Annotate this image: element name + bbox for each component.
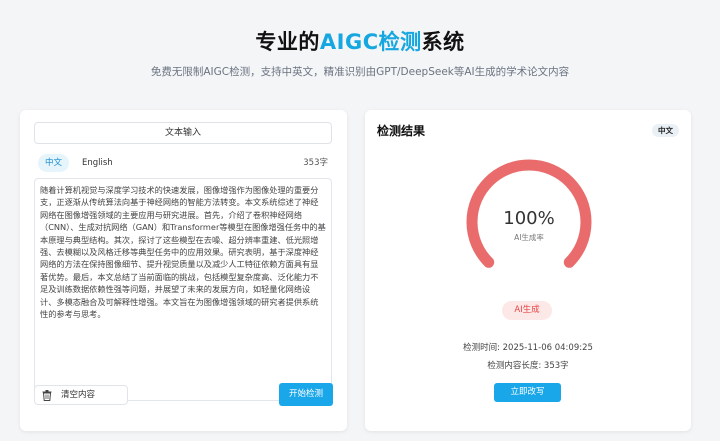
- ai-rate-label: AI生成率: [514, 233, 544, 242]
- text-input-area[interactable]: 随着计算机视觉与深度学习技术的快速发展，图像增强作为图像处理的重要分支，正逐渐从…: [34, 178, 332, 401]
- char-count: 353字: [303, 158, 328, 168]
- text-input-header: 文本输入: [34, 122, 332, 144]
- ai-rate-percent: 100%: [503, 208, 555, 229]
- language-badge: 中文: [652, 124, 679, 137]
- rewrite-now-button[interactable]: 立即改写: [494, 383, 561, 402]
- input-panel: 文本输入 中文 English 353字 随着计算机视觉与深度学习技术的快速发展…: [20, 110, 347, 431]
- tab-chinese[interactable]: 中文: [38, 154, 70, 172]
- detection-time: 检测时间: 2025-11-06 04:09:25: [463, 343, 593, 353]
- language-tabs: 中文 English 353字: [38, 154, 328, 172]
- detection-length: 检测内容长度: 353字: [487, 361, 569, 371]
- start-detection-button[interactable]: 开始检测: [279, 383, 333, 406]
- result-title: 检测结果: [377, 124, 426, 138]
- result-panel: 检测结果 中文 100% AI生成率 AI生成 检测时间: 2025-11-06…: [365, 110, 691, 431]
- clear-content-button[interactable]: 清空内容: [34, 385, 128, 405]
- page-header: 专业的AIGC检测系统 免费无限制AIGC检测，支持中英文，精准识别由GPT/D…: [0, 0, 720, 100]
- title-accent: AIGC检测: [319, 30, 422, 54]
- page-subtitle: 免费无限制AIGC检测，支持中英文，精准识别由GPT/DeepSeek等AI生成…: [150, 66, 570, 78]
- tab-english[interactable]: English: [75, 154, 120, 172]
- page-title: 专业的AIGC检测系统: [255, 30, 465, 54]
- clear-content-label: 清空内容: [61, 390, 96, 400]
- verdict-badge: AI生成: [502, 301, 552, 320]
- trash-icon: [42, 390, 52, 401]
